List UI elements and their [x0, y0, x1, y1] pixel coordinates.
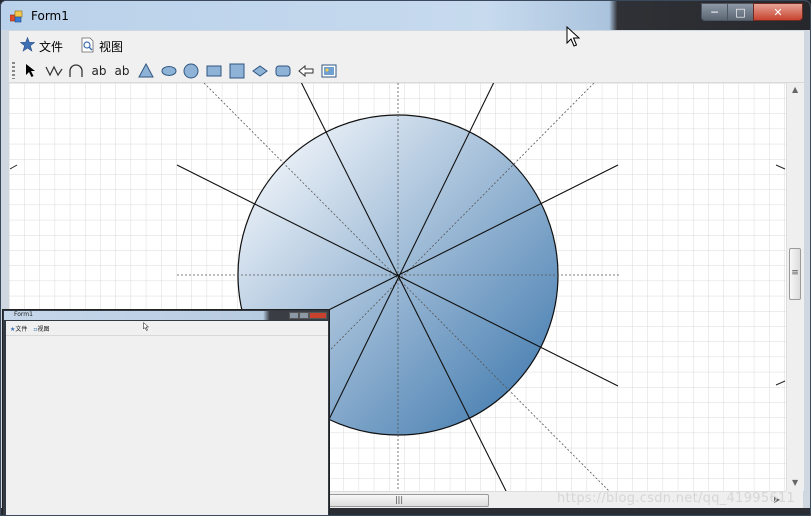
preview-client-area: ★文件 ▫视图 [6, 321, 328, 515]
preview-separator [6, 335, 328, 336]
scroll-down-arrow-icon[interactable]: ▼ [792, 478, 798, 487]
maximize-button[interactable]: □ [727, 3, 754, 21]
polyline-icon[interactable] [44, 61, 64, 80]
vertical-scrollbar[interactable]: ▲ ≡ ▼ [786, 83, 804, 491]
preview-title: Form1 [14, 311, 33, 318]
preview-menu-view: ▫视图 [33, 324, 49, 333]
horizontal-scroll-thumb[interactable]: ||| [309, 494, 489, 507]
circle-icon[interactable] [182, 61, 200, 80]
star-icon [19, 36, 36, 55]
vertical-scroll-thumb[interactable]: ≡ [789, 248, 801, 300]
arc-icon[interactable] [67, 61, 85, 80]
arrow-cursor-icon[interactable] [23, 61, 39, 80]
ellipse-icon[interactable] [160, 61, 178, 80]
main-window: Form1 ─ □ ✕ 文件 视图 ab ab ▲ ≡ ▼ ||| ▶ http… [0, 0, 811, 516]
image-icon[interactable] [320, 61, 338, 80]
close-button[interactable]: ✕ [753, 3, 803, 21]
preview-maximize-icon [299, 312, 309, 319]
preview-caption-buttons [289, 312, 327, 319]
diamond-icon[interactable] [251, 61, 269, 80]
view-document-icon [81, 37, 95, 56]
menu-bar: 文件 视图 [9, 31, 804, 59]
watermark-text: https://blog.csdn.net/qq_41995611 [557, 491, 796, 506]
preview-menu-view-label: 视图 [37, 326, 50, 333]
rectangle-icon[interactable] [205, 61, 223, 80]
toolbar-grip[interactable] [12, 62, 15, 79]
mouse-cursor-icon [566, 26, 581, 47]
rounded-rectangle-icon[interactable] [274, 61, 292, 80]
menu-file-label: 文件 [39, 39, 64, 54]
preview-window[interactable]: Form1 ★文件 ▫视图 [2, 309, 330, 515]
text-tool-2[interactable]: ab [112, 61, 132, 80]
preview-menu-file-label: 文件 [15, 326, 28, 333]
preview-menu-bar: ★文件 ▫视图 [10, 324, 50, 333]
preview-close-icon [309, 312, 327, 319]
text-tool-1[interactable]: ab [89, 61, 109, 80]
drawing-toolbar: ab ab [9, 59, 804, 83]
scroll-up-arrow-icon[interactable]: ▲ [792, 85, 798, 94]
left-arrow-icon[interactable] [297, 61, 315, 80]
form-app-icon [10, 10, 23, 23]
square-icon[interactable] [228, 61, 246, 80]
menu-view[interactable]: 视图 [81, 37, 123, 55]
minimize-button[interactable]: ─ [701, 3, 728, 21]
triangle-icon[interactable] [137, 61, 155, 80]
title-bar[interactable]: Form1 ─ □ ✕ [1, 1, 810, 30]
window-title: Form1 [31, 9, 69, 23]
menu-view-label: 视图 [99, 39, 124, 54]
preview-menu-file: ★文件 [10, 324, 27, 333]
preview-minimize-icon [289, 312, 299, 319]
preview-title-bar: Form1 [4, 311, 328, 320]
menu-file[interactable]: 文件 [19, 36, 64, 55]
preview-cursor-icon [143, 322, 150, 331]
